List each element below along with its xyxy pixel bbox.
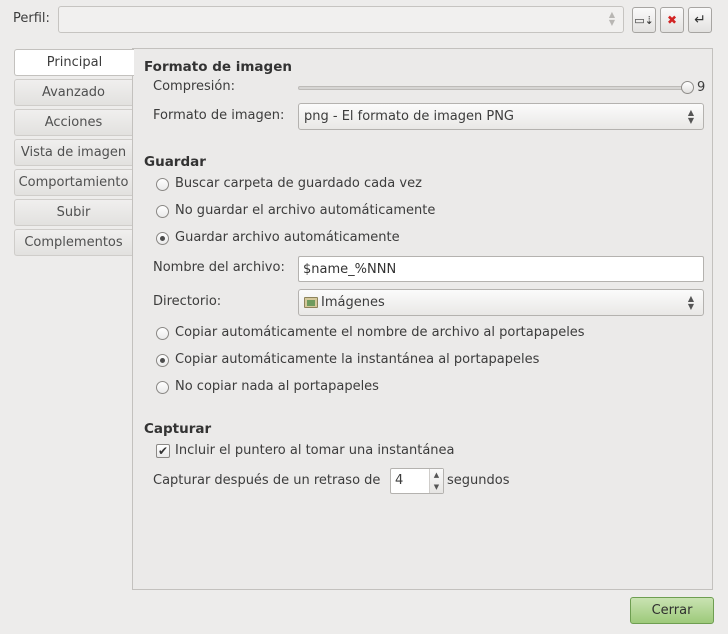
tab-label: Principal: [46, 55, 103, 70]
capture-section-title: Capturar: [144, 421, 212, 437]
profile-label: Perfil:: [13, 11, 50, 26]
radio-copy-image-label[interactable]: Copiar automáticamente la instantánea al…: [175, 352, 539, 367]
tab-label: Comportamiento: [18, 175, 129, 190]
compression-value: 9: [697, 80, 706, 95]
checkmark-icon: ✔: [157, 444, 169, 458]
directory-value: Imágenes: [321, 295, 385, 310]
directory-select[interactable]: Imágenes ▲ ▼: [298, 289, 704, 316]
radio-copy-filename[interactable]: [156, 327, 169, 340]
delete-profile-button[interactable]: ✖: [660, 7, 684, 33]
radio-copy-filename-label[interactable]: Copiar automáticamente el nombre de arch…: [175, 325, 585, 340]
radio-no-autosave[interactable]: [156, 205, 169, 218]
tab-label: Complementos: [24, 235, 123, 250]
radio-no-autosave-label[interactable]: No guardar el archivo automáticamente: [175, 203, 435, 218]
tab-complementos[interactable]: Complementos: [14, 229, 132, 256]
filename-value: $name_%NNN: [303, 261, 397, 277]
compression-slider-handle[interactable]: [681, 81, 694, 94]
tab-label: Vista de imagen: [20, 145, 127, 160]
delay-spinbox[interactable]: 4 ▲ ▼: [390, 468, 444, 494]
radio-ask-folder-label[interactable]: Buscar carpeta de guardado cada vez: [175, 176, 422, 191]
format-value: png - El formato de imagen PNG: [304, 109, 514, 124]
export-profile-button[interactable]: ▭⇣: [632, 7, 656, 33]
image-format-section-title: Formato de imagen: [144, 59, 292, 75]
folder-icon: [304, 297, 318, 308]
radio-autosave-label[interactable]: Guardar archivo automáticamente: [175, 230, 400, 245]
export-profile-icon: ▭⇣: [634, 13, 654, 27]
tab-label: Subir: [56, 205, 91, 220]
tab-label: Avanzado: [41, 85, 106, 100]
radio-copy-image[interactable]: [156, 354, 169, 367]
include-pointer-checkbox[interactable]: ✔: [156, 444, 170, 458]
apply-profile-icon: ↵: [694, 12, 706, 28]
format-select[interactable]: png - El formato de imagen PNG ▲ ▼: [298, 103, 704, 130]
compression-label: Compresión:: [153, 79, 235, 94]
radio-ask-folder[interactable]: [156, 178, 169, 191]
spin-down-icon[interactable]: ▼: [434, 483, 439, 491]
combo-arrows-icon: ▲ ▼: [608, 10, 615, 27]
close-button-label: Cerrar: [651, 603, 693, 618]
tab-acciones[interactable]: Acciones: [14, 109, 132, 136]
tab-vista-de-imagen[interactable]: Vista de imagen: [14, 139, 132, 166]
include-pointer-label[interactable]: Incluir el puntero al tomar una instantá…: [175, 443, 455, 458]
format-label: Formato de imagen:: [153, 108, 285, 123]
delay-value: 4: [395, 473, 404, 488]
delay-unit-label: segundos: [447, 473, 510, 488]
tab-principal[interactable]: Principal: [14, 49, 134, 76]
profile-combo[interactable]: ▲ ▼: [58, 6, 624, 33]
compression-slider-track[interactable]: [298, 86, 688, 90]
tab-label: Acciones: [44, 115, 103, 130]
delete-profile-icon: ✖: [666, 13, 678, 27]
radio-copy-nothing-label[interactable]: No copiar nada al portapapeles: [175, 379, 379, 394]
close-button[interactable]: Cerrar: [630, 597, 714, 624]
combo-arrows-icon: ▲ ▼: [687, 294, 694, 311]
directory-label: Directorio:: [153, 294, 222, 309]
filename-label: Nombre del archivo:: [153, 260, 285, 275]
tab-comportamiento[interactable]: Comportamiento: [14, 169, 132, 196]
save-section-title: Guardar: [144, 154, 206, 170]
filename-input[interactable]: $name_%NNN: [298, 256, 704, 282]
apply-profile-button[interactable]: ↵: [688, 7, 712, 33]
spin-up-icon[interactable]: ▲: [434, 471, 439, 479]
radio-autosave[interactable]: [156, 232, 169, 245]
delay-label: Capturar después de un retraso de: [153, 473, 381, 488]
radio-copy-nothing[interactable]: [156, 381, 169, 394]
combo-arrows-icon: ▲ ▼: [687, 108, 694, 125]
tab-subir[interactable]: Subir: [14, 199, 132, 226]
tab-avanzado[interactable]: Avanzado: [14, 79, 132, 106]
